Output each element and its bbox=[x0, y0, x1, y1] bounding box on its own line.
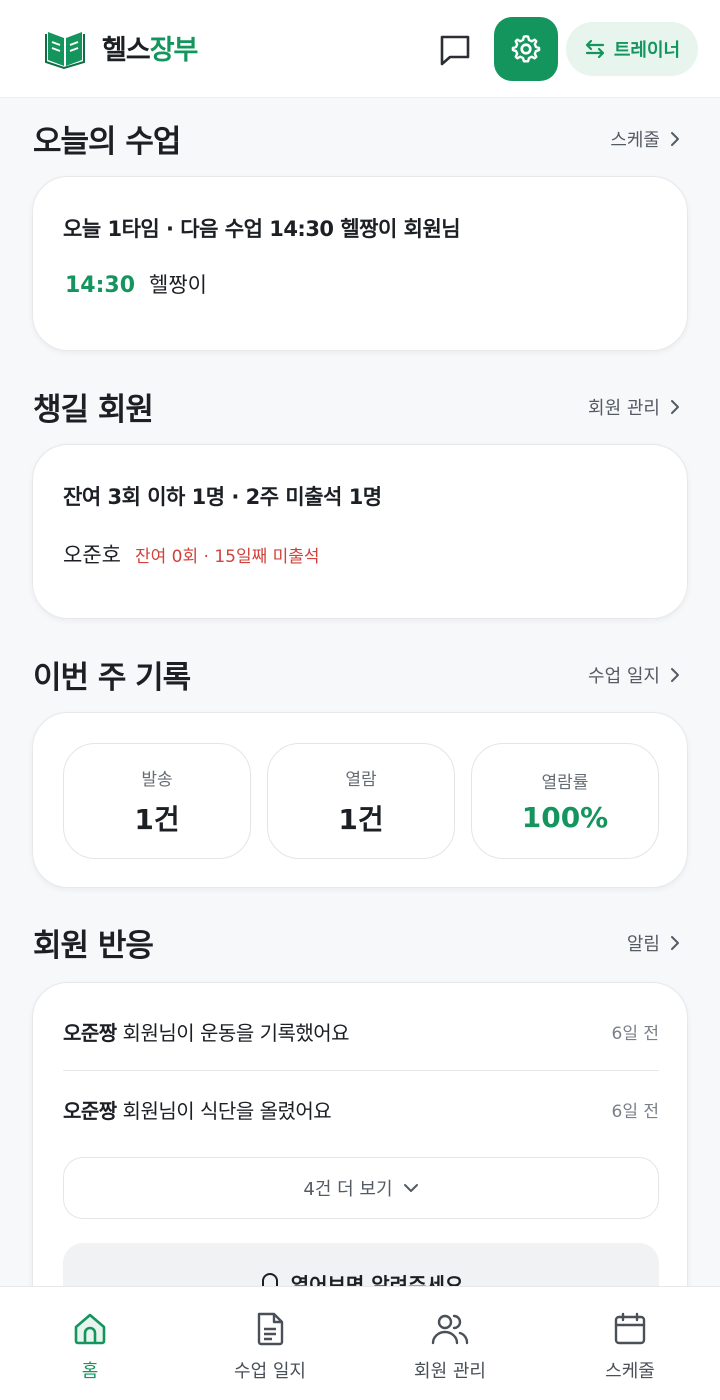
notifications-link[interactable]: 알림 bbox=[627, 930, 680, 956]
show-more-label: 4건 더 보기 bbox=[303, 1179, 393, 1200]
swap-arrows-icon bbox=[585, 39, 604, 59]
ledger-book-icon bbox=[45, 32, 85, 70]
care-member-warning: 잔여 0회 · 15일째 미출석 bbox=[134, 547, 320, 567]
class-log-link[interactable]: 수업 일지 bbox=[588, 662, 680, 688]
care-members-card[interactable]: 잔여 3회 이하 1명 · 2주 미출석 1명 오준호 잔여 0회 · 15일째… bbox=[32, 444, 688, 619]
app-logo[interactable]: 헬스장부 bbox=[42, 24, 198, 70]
chevron-right-icon bbox=[671, 668, 679, 682]
calendar-icon bbox=[614, 1312, 646, 1345]
weekly-record-title: 이번 주 기록 bbox=[33, 660, 191, 696]
reaction-text: 오준짱 회원님이 운동을 기록했어요 bbox=[63, 1020, 350, 1045]
care-members-title: 챙길 회원 bbox=[33, 392, 154, 428]
reaction-time: 6일 전 bbox=[611, 1101, 660, 1122]
nav-class-log-label: 수업 일지 bbox=[234, 1361, 306, 1382]
schedule-link-label: 스케줄 bbox=[610, 130, 660, 151]
stat-viewed[interactable]: 열람 1건 bbox=[267, 743, 455, 859]
stat-view-rate[interactable]: 열람률 100% bbox=[471, 743, 659, 859]
member-management-link-label: 회원 관리 bbox=[588, 398, 660, 419]
nav-home[interactable]: 홈 bbox=[10, 1311, 170, 1383]
stat-viewed-label: 열람 bbox=[345, 769, 377, 790]
settings-button[interactable] bbox=[494, 17, 558, 81]
chevron-right-icon bbox=[671, 132, 679, 146]
stat-sent-label: 발송 bbox=[141, 769, 173, 790]
chat-button[interactable] bbox=[432, 28, 478, 72]
member-management-link[interactable]: 회원 관리 bbox=[588, 394, 680, 420]
top-header: 헬스장부 트레이너 bbox=[0, 0, 720, 98]
nav-class-log[interactable]: 수업 일지 bbox=[190, 1311, 350, 1383]
stat-sent-value: 1건 bbox=[134, 802, 180, 836]
member-reactions-title: 회원 반응 bbox=[33, 928, 154, 964]
reaction-item[interactable]: 오준짱 회원님이 식단을 올렸어요 6일 전 bbox=[63, 1089, 659, 1129]
nav-home-label: 홈 bbox=[81, 1361, 99, 1382]
show-more-button[interactable]: 4건 더 보기 bbox=[63, 1157, 659, 1219]
next-class-row: 14:30 헬짱이 bbox=[65, 269, 207, 299]
document-icon bbox=[257, 1312, 284, 1346]
app-name: 헬스장부 bbox=[102, 34, 198, 66]
care-member-row: 오준호 잔여 0회 · 15일째 미출석 bbox=[63, 539, 320, 569]
schedule-link[interactable]: 스케줄 bbox=[610, 126, 680, 152]
switch-trainer-button[interactable]: 트레이너 bbox=[566, 22, 698, 76]
stat-view-rate-value: 100% bbox=[521, 801, 609, 834]
next-class-member: 헬짱이 bbox=[149, 273, 207, 297]
bottom-navigation: 홈 수업 일지 회원 관리 스케줄 bbox=[0, 1286, 720, 1400]
nav-schedule[interactable]: 스케줄 bbox=[550, 1311, 710, 1383]
reaction-divider bbox=[63, 1070, 659, 1071]
users-icon bbox=[431, 1314, 469, 1345]
home-icon bbox=[74, 1313, 106, 1345]
class-log-link-label: 수업 일지 bbox=[588, 666, 660, 687]
notifications-link-label: 알림 bbox=[626, 934, 660, 955]
nav-member-management-label: 회원 관리 bbox=[414, 1361, 486, 1382]
gear-icon bbox=[511, 35, 541, 63]
chat-bubble-icon bbox=[440, 35, 470, 66]
chevron-right-icon bbox=[671, 400, 679, 414]
stat-viewed-value: 1건 bbox=[338, 802, 384, 836]
reaction-text: 오준짱 회원님이 식단을 올렸어요 bbox=[63, 1098, 332, 1123]
today-class-summary: 오늘 1타임 · 다음 수업 14:30 헬짱이 회원님 bbox=[63, 217, 461, 241]
today-class-card[interactable]: 오늘 1타임 · 다음 수업 14:30 헬짱이 회원님 14:30 헬짱이 bbox=[32, 176, 688, 351]
nav-member-management[interactable]: 회원 관리 bbox=[370, 1311, 530, 1383]
care-members-summary: 잔여 3회 이하 1명 · 2주 미출석 1명 bbox=[63, 485, 382, 509]
nav-schedule-label: 스케줄 bbox=[605, 1361, 655, 1382]
today-class-title: 오늘의 수업 bbox=[33, 124, 181, 160]
chevron-right-icon bbox=[671, 936, 679, 950]
stat-view-rate-label: 열람률 bbox=[541, 773, 589, 793]
reaction-time: 6일 전 bbox=[611, 1023, 660, 1044]
weekly-record-card: 발송 1건 열람 1건 열람률 100% bbox=[32, 712, 688, 888]
stat-sent[interactable]: 발송 1건 bbox=[63, 743, 251, 859]
switch-trainer-label: 트레이너 bbox=[613, 40, 681, 61]
next-class-time: 14:30 bbox=[65, 273, 136, 298]
chevron-down-icon bbox=[403, 1184, 418, 1192]
care-member-name: 오준호 bbox=[63, 543, 121, 567]
reaction-item[interactable]: 오준짱 회원님이 운동을 기록했어요 6일 전 bbox=[63, 1011, 659, 1051]
